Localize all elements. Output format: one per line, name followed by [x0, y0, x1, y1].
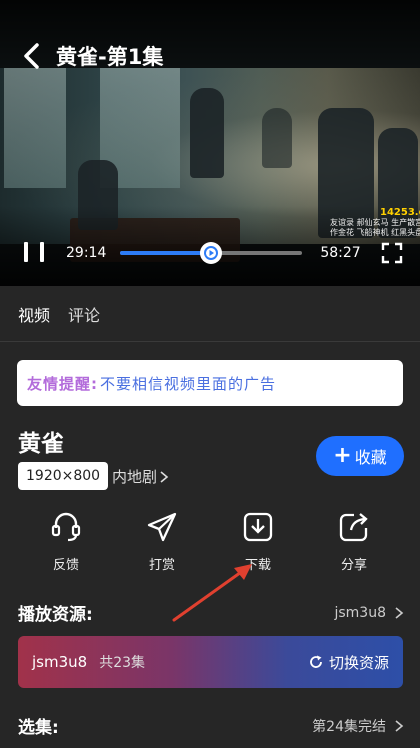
back-button[interactable]	[10, 38, 52, 74]
favorite-button[interactable]: + 收藏	[316, 436, 404, 476]
tab-video[interactable]: 视频	[18, 302, 50, 326]
chevron-right-icon	[395, 719, 404, 732]
play-source-title: 播放资源:	[18, 605, 93, 625]
episodes-status: 第24集完结	[312, 718, 386, 735]
feedback-button[interactable]: 反馈	[26, 510, 106, 573]
play-source-header: 播放资源: jsm3u8	[18, 600, 404, 625]
share-label: 分享	[340, 558, 367, 573]
region-link[interactable]: 内地剧	[112, 466, 169, 487]
selected-source: jsm3u8	[334, 604, 386, 621]
tab-comments[interactable]: 评论	[68, 302, 100, 326]
reminder-text: 不要相信视频里面的广告	[100, 374, 277, 393]
chevron-right-icon	[395, 606, 404, 619]
seek-bar[interactable]	[120, 242, 303, 264]
chevron-right-icon	[160, 470, 169, 483]
episodes-selector[interactable]: 第24集完结	[312, 716, 404, 736]
pause-button[interactable]	[24, 242, 44, 264]
player-controls: 29:14 58:27	[0, 236, 420, 270]
resolution-badge: 1920×800	[18, 462, 109, 490]
seek-bar-fill	[120, 251, 212, 255]
share-icon	[339, 513, 368, 542]
region-label: 内地剧	[112, 468, 158, 486]
paper-plane-icon	[147, 512, 177, 542]
duration-time: 58:27	[320, 245, 361, 261]
headset-icon	[51, 512, 81, 542]
source-name: jsm3u8	[32, 653, 88, 671]
player-top-bar: 黄雀-第1集	[0, 38, 420, 74]
watermark-line-1: 友谊录 郝仙玄马 生产散宫	[330, 218, 420, 227]
favorite-label: 收藏	[354, 448, 387, 467]
video-watermark: 14253.com 友谊录 郝仙玄马 生产散宫 作金花 飞船神机 红黑头盘	[330, 208, 420, 238]
chevron-left-icon	[24, 43, 39, 69]
switch-source-label: 切换资源	[328, 653, 389, 672]
play-logo-icon	[204, 246, 219, 260]
source-card[interactable]: jsm3u8 共23集 切换资源	[18, 636, 403, 688]
episodes-title: 选集:	[18, 718, 59, 738]
video-player[interactable]: 黄雀-第1集 14253.com 友谊录 郝仙玄马 生产散宫 作金花 飞船神机 …	[0, 0, 420, 286]
switch-source-button[interactable]: 切换资源	[309, 652, 389, 673]
drama-title: 黄雀	[18, 431, 64, 457]
content-tabs: 视频 评论	[0, 286, 420, 342]
episode-count: 共23集	[99, 655, 146, 671]
watermark-site: 14253.com	[380, 207, 420, 218]
download-icon	[243, 512, 273, 542]
video-title: 黄雀-第1集	[56, 45, 164, 69]
reminder-label: 友情提醒:	[27, 374, 98, 393]
seek-handle[interactable]	[200, 242, 223, 264]
feedback-label: 反馈	[52, 558, 79, 573]
plus-icon: +	[333, 443, 352, 468]
refresh-icon	[310, 655, 322, 668]
episodes-header: 选集: 第24集完结	[18, 713, 404, 738]
friendly-reminder-banner: 友情提醒: 不要相信视频里面的广告	[17, 360, 403, 406]
pause-icon	[24, 242, 28, 262]
share-button[interactable]: 分享	[314, 510, 394, 573]
current-time: 29:14	[66, 245, 107, 261]
fullscreen-icon[interactable]	[381, 242, 403, 264]
source-selector[interactable]: jsm3u8	[334, 605, 404, 621]
